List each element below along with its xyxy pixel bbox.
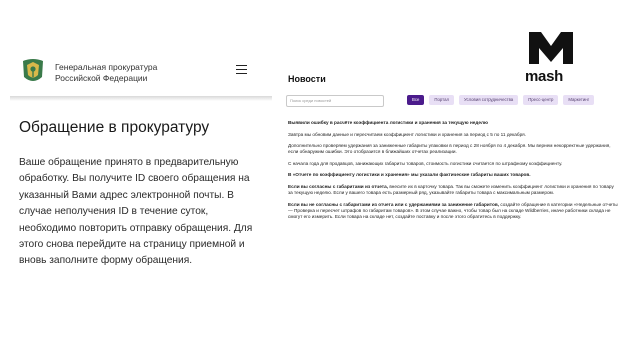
- confirmation-notice: Ваше обращение принято в предварительную…: [19, 157, 253, 267]
- hamburger-menu-icon[interactable]: [236, 65, 247, 74]
- article-paragraph: Дополнительно проверяем удержания за зан…: [288, 143, 611, 155]
- article-paragraph: Завтра мы обновим данные и пересчитаем к…: [288, 131, 526, 137]
- prosecutor-emblem-icon: [23, 59, 43, 81]
- mash-logo-text: mash: [525, 68, 563, 85]
- news-heading: Новости: [288, 74, 326, 84]
- article-paragraph: Если вы согласны с габаритами из отчета,…: [288, 184, 618, 196]
- prosecutor-page: Генеральная прокуратура Российской Федер…: [0, 0, 275, 348]
- article-headline: Выявили ошибку в расчёте коэффициента ло…: [288, 120, 488, 125]
- org-name-line2: Российской Федерации: [55, 73, 148, 83]
- news-search-input[interactable]: Поиск среди новостей: [286, 95, 384, 107]
- article-bold-lead: Если вы согласны с габаритами из отчета,: [288, 184, 389, 190]
- article-paragraph: С начала года для продавцов, занижающих …: [288, 160, 563, 166]
- news-page: Новости mash Поиск среди новостей Все По…: [277, 0, 620, 348]
- article-bold-lead: Если вы не согласны с габаритами из отче…: [288, 201, 500, 207]
- tab-portal[interactable]: Портал: [429, 95, 454, 105]
- tab-marketing[interactable]: Маркетинг: [563, 95, 595, 105]
- header-divider: [10, 96, 272, 101]
- tab-all[interactable]: Все: [407, 95, 425, 105]
- org-name-line1: Генеральная прокуратура: [55, 62, 158, 72]
- page-title: Обращение в прокуратуру: [19, 119, 210, 136]
- news-article: Выявили ошибку в расчёте коэффициента ло…: [288, 120, 618, 226]
- tab-cooperation-terms[interactable]: Условия сотрудничества: [459, 95, 519, 105]
- tab-press-center[interactable]: Пресс-центр: [523, 95, 559, 105]
- news-filter-tabs: Все Портал Условия сотрудничества Пресс-…: [407, 95, 595, 105]
- article-paragraph: Если вы не согласны с габаритами из отче…: [288, 202, 618, 220]
- site-header: Генеральная прокуратура Российской Федер…: [10, 50, 272, 94]
- article-paragraph: В «Отчете по коэффициенту логистики и хр…: [288, 172, 531, 178]
